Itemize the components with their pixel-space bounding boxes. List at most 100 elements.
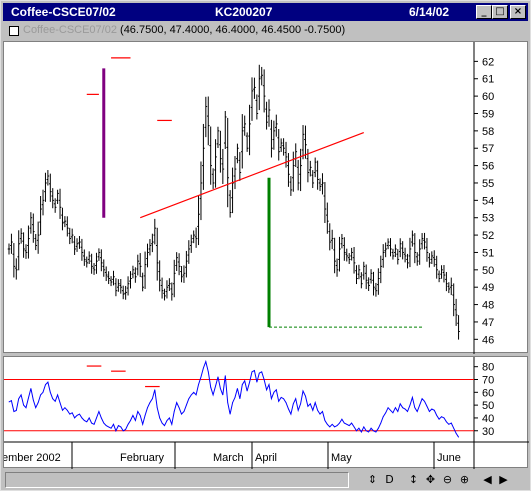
indicator-point [154,389,156,391]
indicator-point [263,379,265,380]
indicator-point [254,370,255,371]
price-tick-label: 50 [482,265,494,277]
indicator-point [266,389,267,391]
indicator-point [66,409,68,411]
contract-code: KC200207 [215,5,273,19]
indicator-point [188,398,190,400]
price-tick-label: 56 [482,161,494,173]
indicator-point [302,390,304,392]
move-vertical-icon[interactable]: ↕ [407,473,420,487]
draw-icon[interactable]: D [383,473,396,487]
indicator-point [15,410,17,411]
indicator-point [375,431,377,433]
indicator-point [86,421,88,423]
indicator-point [365,430,367,432]
indicator-point [237,388,238,389]
indicator-point [397,411,399,412]
indicator-point [309,403,311,405]
indicator-point [207,371,209,373]
indicator-point [103,422,105,424]
price-tick-label: 46 [482,334,494,346]
indicator-point [45,384,46,386]
scroll-arrows-icon[interactable]: ⇕ [366,473,379,487]
close-icon: × [513,6,523,17]
indicator-point [120,426,122,428]
indicator-point [147,407,148,409]
maximize-button[interactable]: □ [492,5,508,19]
indicator-point [368,431,370,433]
indicator-point [336,425,338,427]
indicator-point [130,420,131,421]
price-tick-label: 62 [482,56,494,68]
indicator-point [353,426,355,428]
indicator-point [312,409,314,411]
indicator-point [385,412,387,414]
price-tick-label: 54 [482,195,494,207]
indicator-point [297,409,299,411]
indicator-point [373,430,374,432]
indicator-point [421,398,423,400]
scroll-right-icon[interactable]: ▶ [497,473,510,487]
indicator-point [200,376,202,378]
indicator-point [79,413,80,415]
indicator-point [380,422,382,424]
indicator-point [278,400,280,402]
indicator-point [334,426,336,428]
indicator-point [305,395,306,397]
indicator-point [195,394,197,396]
title-bar[interactable]: Coffee-CSCE07/02 KC200207 6/14/02 _ □ × [3,3,528,21]
indicator-point [268,384,270,386]
indicator-point [122,430,124,432]
ohlc-readout: Coffee-CSCE07/02 (46.7500, 47.4000, 46.4… [23,24,345,36]
data-info-bar: Coffee-CSCE07/02 (46.7500, 47.4000, 46.4… [3,23,528,39]
indicator-point [100,417,102,419]
indicator-point [185,404,187,406]
ohlc-values: (46.7500, 47.4000, 46.4000, 46.4500 -0.7… [120,24,346,36]
indicator-point [227,402,229,403]
indicator-point [234,397,236,398]
indicator-point [173,411,175,412]
indicator-point [409,404,411,406]
indicator-point [295,398,297,400]
indicator-point [329,426,331,428]
price-tick-label: 60 [482,91,494,103]
indicator-line [8,359,460,438]
close-button[interactable]: × [510,5,526,19]
horizontal-scrollbar[interactable] [5,472,349,488]
indicator-tick-label: 80 [482,362,494,374]
price-panel[interactable]: 46 47 48 49 50 51 52 53 54 55 56 57 58 59 60 61 62 [3,41,528,354]
indicator-point [351,422,353,424]
indicator-point [193,391,195,393]
indicator-point [181,413,182,415]
series-color-box[interactable] [9,26,19,36]
indicator-panel[interactable]: 30 40 50 60 70 80 ember 2002 February March April… [3,356,529,469]
indicator-point [57,394,58,396]
indicator-point [98,411,100,412]
indicator-point [168,417,170,419]
indicator-point [212,394,214,396]
indicator-point [134,420,136,421]
indicator-point [71,412,73,414]
minimize-button[interactable]: _ [476,5,492,19]
indicator-point [47,381,49,383]
indicator-point [37,402,39,403]
zoom-out-icon[interactable]: ⊖ [441,473,454,487]
zoom-in-icon[interactable]: ⊕ [458,473,471,487]
indicator-point [127,423,129,425]
indicator-point [222,394,224,396]
scroll-left-icon[interactable]: ◀ [481,473,494,487]
indicator-point [453,427,455,429]
indicator-point [246,390,248,392]
indicator-point [69,413,71,415]
indicator-point [159,417,161,419]
price-tick-label: 53 [482,213,494,225]
crosshair-icon[interactable]: ✥ [424,473,437,487]
indicator-point [239,398,241,400]
indicator-point [419,404,421,406]
indicator-point [275,389,277,391]
indicator-point [402,407,404,409]
time-axis-label: May [331,452,352,464]
support-trendline [140,132,364,219]
indicator-tick-label: 70 [482,375,494,387]
indicator-point [113,423,114,425]
